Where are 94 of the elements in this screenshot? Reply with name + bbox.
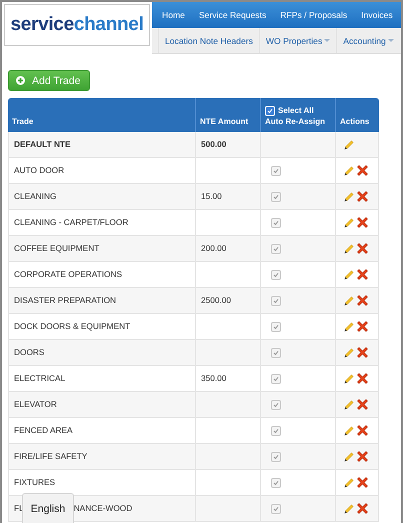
pencil-icon[interactable] bbox=[344, 426, 354, 436]
checkbox[interactable] bbox=[271, 374, 281, 384]
trade-name: COFFEE EQUIPMENT bbox=[14, 243, 100, 254]
nav-link[interactable]: Service Requests bbox=[198, 10, 266, 20]
delete-icon[interactable] bbox=[357, 191, 368, 202]
delete-icon[interactable] bbox=[357, 269, 368, 280]
pencil-icon[interactable] bbox=[344, 244, 354, 254]
pencil-icon[interactable] bbox=[344, 452, 354, 462]
trade-name: DISASTER PREPARATION bbox=[14, 295, 116, 306]
nav-link[interactable]: Location Note Headers bbox=[158, 28, 259, 53]
pencil-icon[interactable] bbox=[344, 478, 354, 488]
checkbox[interactable] bbox=[271, 296, 281, 306]
checkbox[interactable] bbox=[271, 426, 281, 436]
trade-name: FIXTURES bbox=[14, 477, 56, 488]
checkmark-icon bbox=[273, 402, 279, 408]
checkbox[interactable] bbox=[271, 166, 281, 176]
column-header: Auto Re-Assign bbox=[265, 116, 326, 127]
nte-amount: 15.00 bbox=[201, 191, 222, 202]
checkmark-icon bbox=[273, 376, 279, 382]
checkmark-icon bbox=[267, 108, 273, 114]
checkbox[interactable] bbox=[271, 400, 281, 410]
checkmark-icon bbox=[273, 324, 279, 330]
delete-icon[interactable] bbox=[357, 425, 368, 436]
nav-link[interactable]: Home bbox=[162, 10, 185, 20]
checkmark-icon bbox=[273, 246, 279, 252]
nav-link[interactable]: Accounting bbox=[336, 28, 400, 53]
language-tab[interactable]: English bbox=[22, 493, 74, 523]
pencil-icon[interactable] bbox=[344, 270, 354, 280]
column-header: Trade bbox=[12, 116, 34, 127]
delete-icon[interactable] bbox=[357, 217, 368, 228]
delete-icon[interactable] bbox=[357, 243, 368, 254]
trade-name: CLEANING bbox=[14, 191, 56, 202]
select-all-label: Select All bbox=[278, 105, 314, 116]
checkbox[interactable] bbox=[271, 270, 281, 280]
checkmark-icon bbox=[273, 506, 279, 512]
checkmark-icon bbox=[273, 350, 279, 356]
nte-amount: 350.00 bbox=[201, 373, 226, 384]
pencil-icon[interactable] bbox=[344, 218, 354, 228]
nte-amount: 500.00 bbox=[201, 139, 226, 150]
trade-name: AUTO DOOR bbox=[14, 165, 64, 176]
column-header: Actions bbox=[340, 116, 370, 127]
pencil-icon[interactable] bbox=[344, 192, 354, 202]
plus-icon bbox=[16, 76, 25, 85]
trade-name: ELECTRICAL bbox=[14, 373, 66, 384]
add-trade-button[interactable]: Add Trade bbox=[8, 70, 90, 91]
checkmark-icon bbox=[273, 220, 279, 226]
pencil-icon[interactable] bbox=[344, 296, 354, 306]
checkmark-icon bbox=[273, 454, 279, 460]
checkmark-icon bbox=[273, 272, 279, 278]
checkbox[interactable] bbox=[271, 452, 281, 462]
nte-amount: 200.00 bbox=[201, 243, 226, 254]
trade-name: CLEANING - CARPET/FLOOR bbox=[14, 217, 128, 228]
pencil-icon[interactable] bbox=[344, 400, 354, 410]
checkmark-icon bbox=[273, 298, 279, 304]
column-header: NTE Amount bbox=[200, 116, 250, 127]
delete-icon[interactable] bbox=[357, 399, 368, 410]
pencil-icon[interactable] bbox=[344, 322, 354, 332]
checkbox[interactable] bbox=[271, 478, 281, 488]
delete-icon[interactable] bbox=[357, 295, 368, 306]
trade-name: DEFAULT NTE bbox=[14, 139, 71, 150]
delete-icon[interactable] bbox=[357, 503, 368, 514]
checkbox[interactable] bbox=[271, 348, 281, 358]
checkbox[interactable] bbox=[271, 192, 281, 202]
pencil-icon[interactable] bbox=[344, 374, 354, 384]
trade-name: DOCK DOORS & EQUIPMENT bbox=[14, 321, 130, 332]
checkmark-icon bbox=[273, 194, 279, 200]
nav-link[interactable]: Invoices bbox=[361, 10, 393, 20]
logo: servicechannel bbox=[4, 4, 150, 46]
trade-name: DOORS bbox=[14, 347, 44, 358]
pencil-icon[interactable] bbox=[344, 140, 354, 150]
checkbox[interactable] bbox=[271, 244, 281, 254]
checkmark-icon bbox=[273, 480, 279, 486]
pencil-icon[interactable] bbox=[344, 504, 354, 514]
pencil-icon[interactable] bbox=[344, 166, 354, 176]
checkbox[interactable] bbox=[271, 504, 281, 514]
nav-link[interactable]: RFPs / Proposals bbox=[280, 10, 348, 20]
delete-icon[interactable] bbox=[357, 165, 368, 176]
checkbox[interactable] bbox=[271, 218, 281, 228]
nte-amount: 2500.00 bbox=[201, 295, 231, 306]
pencil-icon[interactable] bbox=[344, 348, 354, 358]
delete-icon[interactable] bbox=[357, 321, 368, 332]
checkbox[interactable] bbox=[271, 322, 281, 332]
delete-icon[interactable] bbox=[357, 477, 368, 488]
trade-name: FIRE/LIFE SAFETY bbox=[14, 451, 88, 462]
checkmark-icon bbox=[273, 168, 279, 174]
trade-name: FENCED AREA bbox=[14, 425, 73, 436]
delete-icon[interactable] bbox=[357, 451, 368, 462]
trade-name: ELEVATOR bbox=[14, 399, 57, 410]
nav-link[interactable]: WO Properties bbox=[258, 28, 336, 53]
delete-icon[interactable] bbox=[357, 373, 368, 384]
trade-name: NANCE-WOOD bbox=[74, 503, 132, 514]
trade-name: CORPORATE OPERATIONS bbox=[14, 269, 122, 280]
checkmark-icon bbox=[273, 428, 279, 434]
delete-icon[interactable] bbox=[357, 347, 368, 358]
